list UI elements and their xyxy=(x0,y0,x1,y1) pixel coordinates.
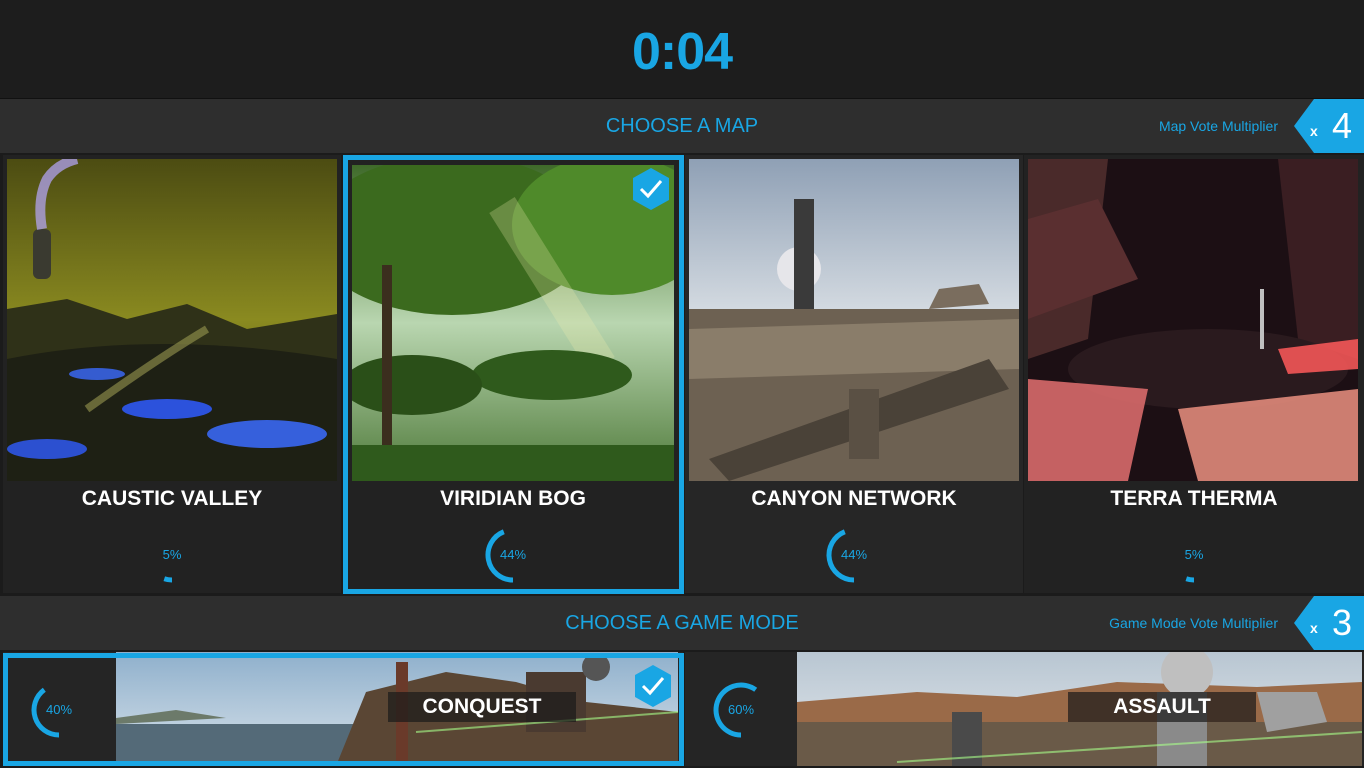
badge-shape-icon xyxy=(1294,99,1364,153)
map-multiplier-value: 4 xyxy=(1332,105,1353,146)
vote-percent: 44% xyxy=(499,547,527,562)
vote-percent-ring: 5% xyxy=(142,525,202,585)
map-name: VIRIDIAN BOG xyxy=(440,487,586,510)
mode-multiplier-value: 3 xyxy=(1332,602,1353,643)
vote-percent-ring: 60% xyxy=(711,680,771,740)
map-card-terra-therma[interactable]: TERRA THERMA 5% xyxy=(1024,155,1364,593)
mode-multiplier-label: Game Mode Vote Multiplier xyxy=(1109,615,1278,631)
checkmark-icon xyxy=(633,664,673,708)
multiplier-x: x xyxy=(1310,620,1318,636)
map-multiplier-badge: x 4 xyxy=(1294,99,1364,153)
vote-percent: 5% xyxy=(1184,547,1204,562)
map-card-caustic-valley[interactable]: CAUSTIC VALLEY 5% xyxy=(3,155,341,593)
vote-percent: 40% xyxy=(45,702,73,717)
vote-percent: 44% xyxy=(840,547,868,562)
timer-bar: 0:04 xyxy=(0,0,1364,99)
map-thumbnail-caustic-valley xyxy=(7,159,337,481)
map-thumbnail-viridian-bog xyxy=(352,165,674,481)
mode-name: CONQUEST xyxy=(388,692,576,722)
checkmark-icon xyxy=(631,167,671,211)
map-card-canyon-network[interactable]: CANYON NETWORK 44% xyxy=(685,155,1023,593)
mode-name: ASSAULT xyxy=(1068,692,1256,722)
map-section-header: CHOOSE A MAP Map Vote Multiplier x 4 xyxy=(0,99,1364,153)
countdown-timer: 0:04 xyxy=(631,23,733,81)
map-name: CAUSTIC VALLEY xyxy=(81,487,263,510)
multiplier-x: x xyxy=(1310,123,1318,139)
map-thumbnail-terra-therma xyxy=(1028,159,1358,481)
map-name: TERRA THERMA xyxy=(1110,487,1278,510)
vote-percent-ring: 44% xyxy=(824,525,884,585)
vote-percent-ring: 5% xyxy=(1164,525,1224,585)
badge-shape-icon xyxy=(1294,596,1364,650)
vote-progress-arc xyxy=(1185,576,1195,583)
mode-section-header: CHOOSE A GAME MODE Game Mode Vote Multip… xyxy=(0,596,1364,650)
vote-percent: 60% xyxy=(727,702,755,717)
map-multiplier-label: Map Vote Multiplier xyxy=(1158,118,1278,134)
map-name: CANYON NETWORK xyxy=(751,487,957,510)
map-thumbnail-canyon-network xyxy=(689,159,1019,481)
vote-percent: 5% xyxy=(162,547,182,562)
vote-percent-ring: 40% xyxy=(29,680,89,740)
vote-percent-ring: 44% xyxy=(483,525,543,585)
map-card-viridian-bog[interactable]: VIRIDIAN BOG 44% xyxy=(344,155,682,593)
mode-multiplier-badge: x 3 xyxy=(1294,596,1364,650)
vote-progress-arc xyxy=(163,576,173,583)
